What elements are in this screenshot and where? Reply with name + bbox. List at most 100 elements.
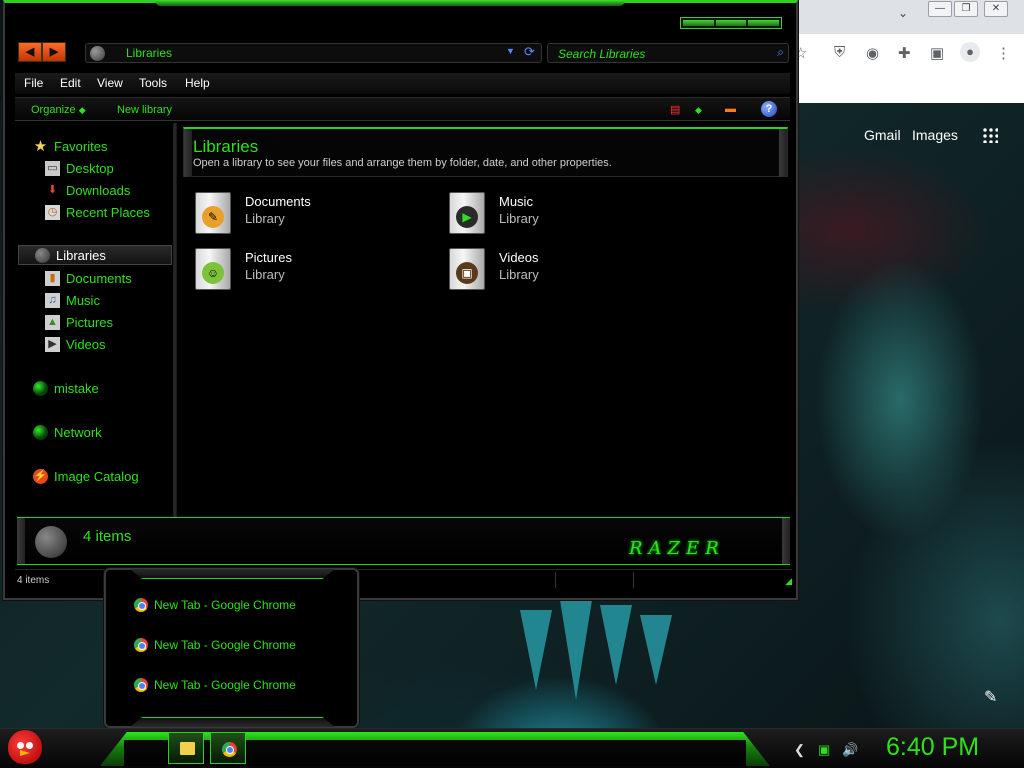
refresh-icon[interactable]: ⟳ [524,44,535,60]
wallpaper-fang [520,610,552,690]
apps-grid-icon[interactable] [982,127,998,143]
help-icon[interactable]: ? [761,101,777,117]
homegroup-orb-icon [33,380,48,396]
search-input[interactable]: Search Libraries ⌕ [547,43,789,63]
title-accent-strip [155,0,625,6]
nav-item-recent-places[interactable]: ◷ Recent Places [45,203,150,221]
resize-grip-icon[interactable]: ◢ [785,576,792,587]
search-placeholder: Search Libraries [558,47,646,61]
library-item-pictures[interactable]: ☺ Pictures Library [195,245,435,293]
nav-libraries[interactable]: Libraries [18,245,172,265]
restore-icon[interactable]: ❐ [954,1,978,17]
wallpaper-fang [640,615,672,685]
preview-pane-icon[interactable]: ▬ [725,103,736,115]
menu-view[interactable]: View [97,76,123,90]
more-menu-icon[interactable]: ⋮ [996,44,1011,62]
popup-window-item[interactable]: New Tab - Google Chrome [134,638,296,652]
popup-window-label: New Tab - Google Chrome [154,678,296,692]
libraries-globe-icon [90,46,105,61]
forward-arrow-icon[interactable]: ▶ [42,42,66,62]
images-link[interactable]: Images [912,127,958,143]
nav-item-label: Videos [66,336,106,352]
popup-window-item[interactable]: New Tab - Google Chrome [134,678,296,692]
popup-window-item[interactable]: New Tab - Google Chrome [134,598,296,612]
side-panel-icon[interactable]: ▣ [930,44,944,62]
window-caption-buttons[interactable] [680,17,782,29]
library-item-videos[interactable]: ▣ Videos Library [449,245,689,293]
view-options-icon[interactable]: ▤ [670,103,680,116]
profile-avatar-icon[interactable]: ● [960,42,980,62]
address-dropdown-icon[interactable]: ▼ [506,46,515,56]
organize-label: Organize [31,104,76,116]
wallpaper-fang [600,605,632,685]
videos-library-icon: ▣ [449,248,485,290]
nav-item-desktop[interactable]: ▭ Desktop [45,159,114,177]
status-separator [555,572,556,588]
chrome-icon [134,638,148,652]
wallpaper-fang [560,600,592,700]
pane-splitter[interactable] [173,123,177,518]
nav-item-pictures[interactable]: ▲ Pictures [45,313,113,331]
tray-overflow-icon[interactable]: ❮ [794,742,805,758]
close-icon[interactable]: ✕ [984,1,1008,17]
view-dropdown-icon[interactable]: ◆ [695,105,702,116]
search-icon[interactable]: ⌕ [777,45,784,60]
menu-edit[interactable]: Edit [60,76,81,90]
libraries-globe-icon [35,526,67,558]
extension-flag-icon[interactable]: ◉ [866,44,879,62]
close-button[interactable] [748,20,780,26]
nav-item-documents[interactable]: ▮ Documents [45,269,132,287]
details-cap-left [17,518,25,564]
start-button-angry-bird-icon[interactable] [8,730,42,764]
header-cap-left [184,129,192,177]
chrome-tabstrip: — ❐ ✕ ⌄ [780,0,1024,34]
nav-item-label: Music [66,292,100,308]
popup-bottom-frame [130,717,335,727]
nav-item-music[interactable]: ♫ Music [45,291,100,309]
documents-badge: ✎ [202,206,224,228]
taskbar-clock[interactable]: 6:40 PM [886,733,979,762]
gmail-link[interactable]: Gmail [864,127,901,143]
menu-tools[interactable]: Tools [139,76,167,90]
ublock-icon[interactable]: ⛨ [834,44,845,61]
libraries-globe-icon [35,247,50,263]
menu-file[interactable]: File [24,76,43,90]
tray-monitor-icon[interactable]: ▣ [818,742,830,758]
nav-item-label: Recent Places [66,204,150,220]
extensions-puzzle-icon[interactable]: ✚ [898,44,911,62]
volume-icon[interactable]: 🔊 [842,742,858,758]
new-library-button[interactable]: New library [117,104,172,116]
nav-item-image-catalog[interactable]: ⚡ Image Catalog [33,467,139,485]
library-header: Libraries Open a library to see your fil… [183,127,788,177]
address-bar[interactable]: Libraries ▼ ⟳ [85,43,542,63]
menu-help[interactable]: Help [185,76,210,90]
popup-window-label: New Tab - Google Chrome [154,638,296,652]
customize-pencil-icon[interactable]: ✎ [984,687,997,707]
taskbar-chrome-button[interactable] [210,732,246,764]
library-item-music[interactable]: ▶ Music Library [449,189,689,237]
taskbar-explorer-button[interactable] [168,732,204,764]
taskbar-jump-popup: New Tab - Google Chrome New Tab - Google… [104,568,359,728]
nav-item-label: Pictures [66,314,113,330]
minimize-icon[interactable]: — [928,1,952,17]
music-icon: ♫ [45,292,60,308]
nav-item-label: Documents [66,270,132,286]
nav-item-videos[interactable]: ▶ Videos [45,335,106,353]
bird-beak [20,750,30,756]
organize-button[interactable]: Organize ◆ [31,104,86,116]
nav-item-mistake[interactable]: mistake [33,379,99,397]
nav-item-downloads[interactable]: ⬇ Downloads [45,181,130,199]
nav-favorites[interactable]: ★ Favorites [33,137,108,155]
nav-item-network[interactable]: Network [33,423,102,441]
menu-bar: File Edit View Tools Help [15,73,790,94]
minimize-button[interactable] [683,20,714,26]
back-arrow-icon[interactable]: ◀ [18,42,42,62]
page-title: Libraries [193,137,259,156]
library-item-documents[interactable]: ✎ Documents Library [195,189,435,237]
nav-favorites-label: Favorites [54,138,108,154]
nav-item-label: Desktop [66,160,114,176]
image-catalog-icon: ⚡ [33,468,48,484]
chevron-down-icon[interactable]: ⌄ [898,6,908,20]
recent-places-icon: ◷ [45,204,60,220]
maximize-button[interactable] [715,20,747,26]
